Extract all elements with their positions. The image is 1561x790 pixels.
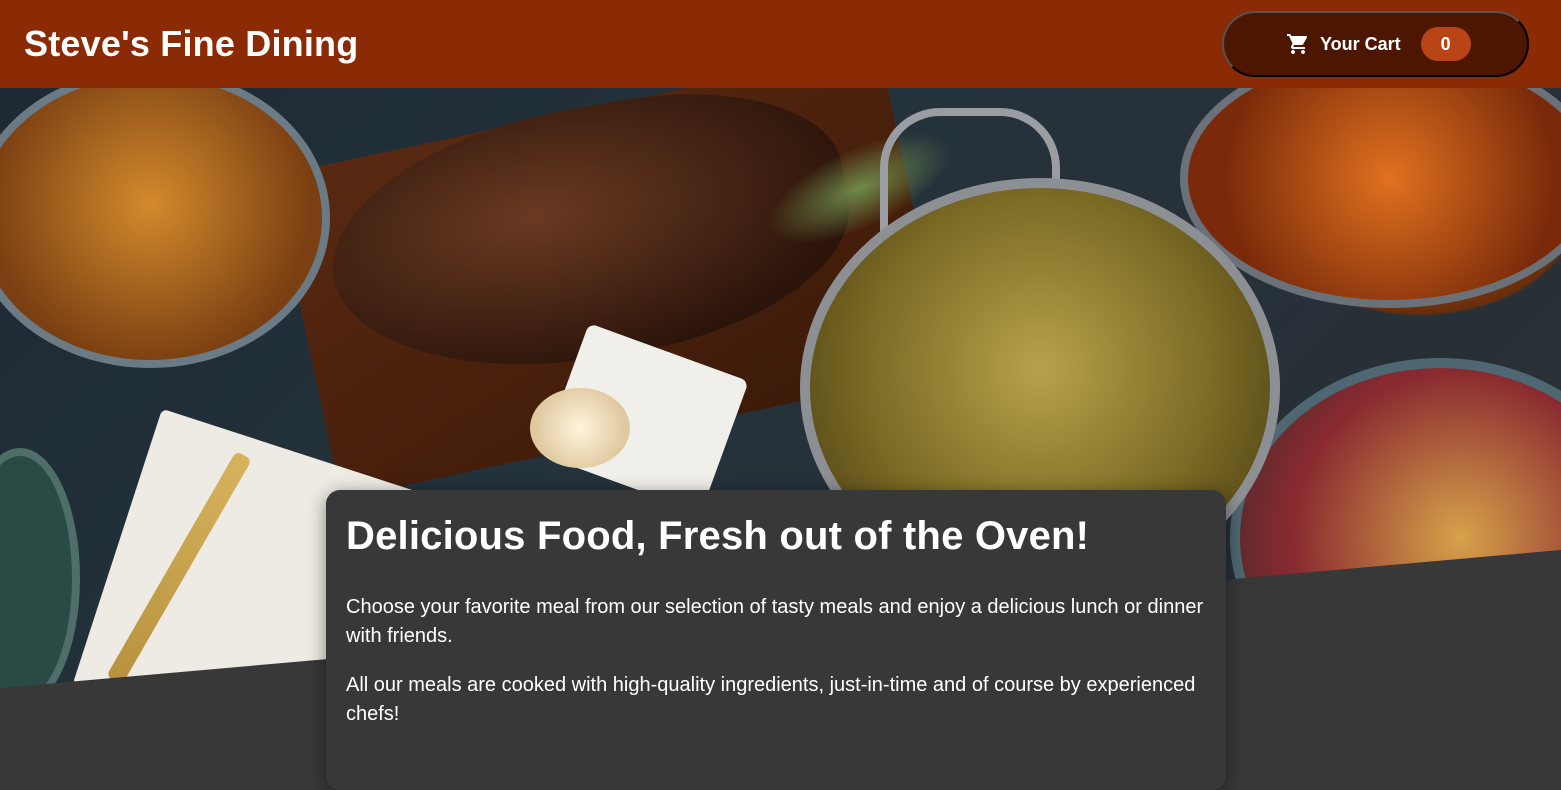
cart-count-badge: 0 <box>1420 27 1471 61</box>
cart-label: Your Cart <box>1320 33 1401 54</box>
your-cart-button[interactable]: Your Cart 0 <box>1222 11 1529 77</box>
site-header: Steve's Fine Dining Your Cart 0 <box>0 0 1561 88</box>
side-plate <box>0 448 80 708</box>
cauliflower <box>530 388 630 468</box>
summary-paragraph-1: Choose your favorite meal from our selec… <box>346 596 1204 647</box>
summary-paragraph-2: All our meals are cooked with high-quali… <box>346 674 1196 725</box>
summary-title: Delicious Food, Fresh out of the Oven! <box>346 514 1090 558</box>
site-title: Steve's Fine Dining <box>24 23 359 64</box>
cart-icon <box>1286 32 1310 56</box>
potato-bowl <box>0 88 330 368</box>
meals-summary-card: Delicious Food, Fresh out of the Oven! C… <box>326 490 1226 790</box>
